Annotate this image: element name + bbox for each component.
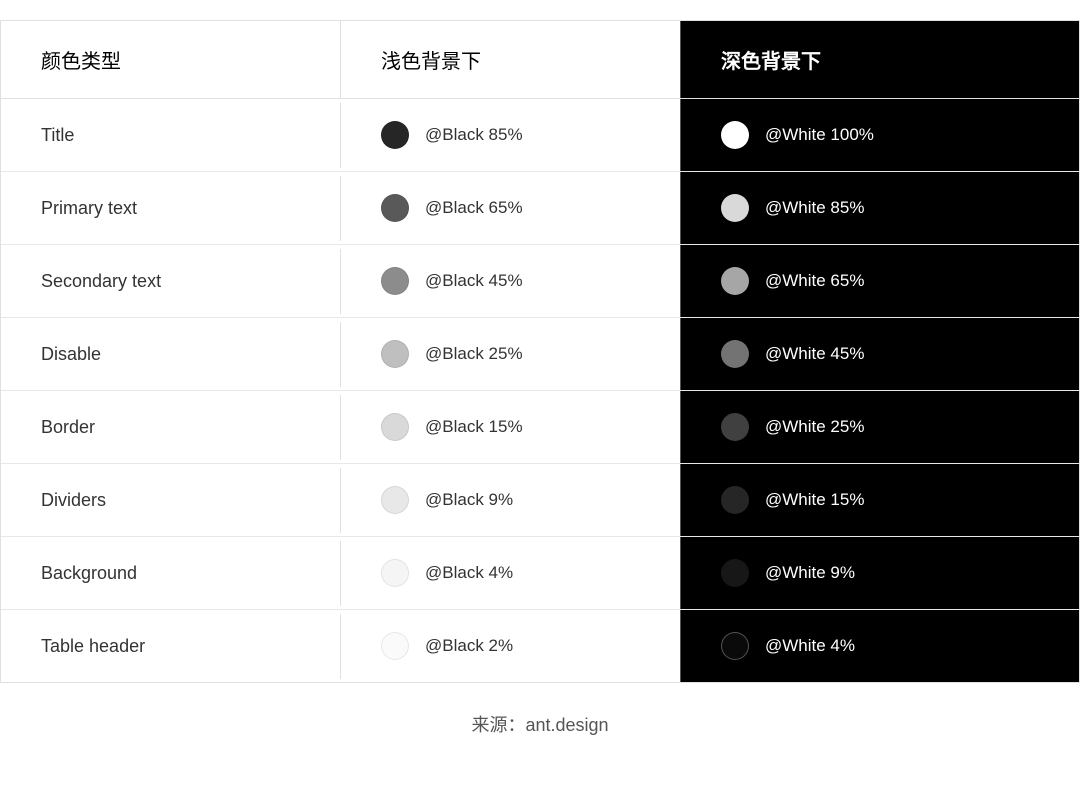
cell-light-1: @Black 65%: [341, 172, 681, 244]
header-dark: 深色背景下: [681, 21, 1079, 98]
header-light-label: 浅色背景下: [381, 51, 481, 73]
light-dot-5: [381, 486, 409, 514]
table-row: Table header @Black 2% @White 4%: [1, 610, 1079, 682]
cell-type-7: Table header: [1, 614, 341, 679]
cell-type-0: Title: [1, 103, 341, 168]
cell-dark-3: @White 45%: [681, 318, 1079, 390]
cell-light-3: @Black 25%: [341, 318, 681, 390]
header-dark-label: 深色背景下: [721, 51, 821, 73]
dark-label-7: @White 4%: [765, 636, 855, 656]
light-dot-4: [381, 413, 409, 441]
dark-dot-5: [721, 486, 749, 514]
light-label-4: @Black 15%: [425, 417, 523, 437]
table-row: Title @Black 85% @White 100%: [1, 99, 1079, 172]
dark-dot-3: [721, 340, 749, 368]
source-attribution: 来源：ant.design: [0, 683, 1080, 761]
cell-dark-7: @White 4%: [681, 610, 1079, 682]
color-table: 颜色类型 浅色背景下 深色背景下 Title @Black 85% @White 1…: [0, 20, 1080, 683]
header-light: 浅色背景下: [341, 21, 681, 98]
table-body: Title @Black 85% @White 100% Primary text @B…: [1, 99, 1079, 682]
cell-dark-0: @White 100%: [681, 99, 1079, 171]
light-label-2: @Black 45%: [425, 271, 523, 291]
cell-type-1: Primary text: [1, 176, 341, 241]
light-label-7: @Black 2%: [425, 636, 513, 656]
light-dot-2: [381, 267, 409, 295]
cell-dark-5: @White 15%: [681, 464, 1079, 536]
header-type: 颜色类型: [1, 21, 341, 98]
cell-dark-4: @White 25%: [681, 391, 1079, 463]
table-row: Border @Black 15% @White 25%: [1, 391, 1079, 464]
dark-dot-1: [721, 194, 749, 222]
light-label-1: @Black 65%: [425, 198, 523, 218]
cell-type-3: Disable: [1, 322, 341, 387]
cell-type-4: Border: [1, 395, 341, 460]
dark-label-6: @White 9%: [765, 563, 855, 583]
table-row: Background @Black 4% @White 9%: [1, 537, 1079, 610]
cell-light-2: @Black 45%: [341, 245, 681, 317]
cell-dark-1: @White 85%: [681, 172, 1079, 244]
dark-dot-7: [721, 632, 749, 660]
dark-label-1: @White 85%: [765, 198, 864, 218]
light-label-3: @Black 25%: [425, 344, 523, 364]
light-dot-7: [381, 632, 409, 660]
dark-dot-4: [721, 413, 749, 441]
cell-dark-2: @White 65%: [681, 245, 1079, 317]
dark-label-5: @White 15%: [765, 490, 864, 510]
cell-light-6: @Black 4%: [341, 537, 681, 609]
cell-type-2: Secondary text: [1, 249, 341, 314]
cell-light-5: @Black 9%: [341, 464, 681, 536]
dark-label-4: @White 25%: [765, 417, 864, 437]
header-type-label: 颜色类型: [41, 51, 121, 73]
source-text: 来源：ant.design: [471, 711, 608, 737]
cell-light-7: @Black 2%: [341, 610, 681, 682]
dark-dot-6: [721, 559, 749, 587]
light-label-5: @Black 9%: [425, 490, 513, 510]
dark-dot-2: [721, 267, 749, 295]
table-header: 颜色类型 浅色背景下 深色背景下: [1, 21, 1079, 99]
table-row: Secondary text @Black 45% @White 65%: [1, 245, 1079, 318]
cell-type-5: Dividers: [1, 468, 341, 533]
dark-label-2: @White 65%: [765, 271, 864, 291]
light-dot-3: [381, 340, 409, 368]
light-dot-1: [381, 194, 409, 222]
light-label-6: @Black 4%: [425, 563, 513, 583]
light-dot-0: [381, 121, 409, 149]
cell-type-6: Background: [1, 541, 341, 606]
light-label-0: @Black 85%: [425, 125, 523, 145]
table-row: Dividers @Black 9% @White 15%: [1, 464, 1079, 537]
table-row: Primary text @Black 65% @White 85%: [1, 172, 1079, 245]
cell-light-0: @Black 85%: [341, 99, 681, 171]
dark-label-0: @White 100%: [765, 125, 874, 145]
light-dot-6: [381, 559, 409, 587]
dark-dot-0: [721, 121, 749, 149]
cell-light-4: @Black 15%: [341, 391, 681, 463]
dark-label-3: @White 45%: [765, 344, 864, 364]
table-row: Disable @Black 25% @White 45%: [1, 318, 1079, 391]
cell-dark-6: @White 9%: [681, 537, 1079, 609]
